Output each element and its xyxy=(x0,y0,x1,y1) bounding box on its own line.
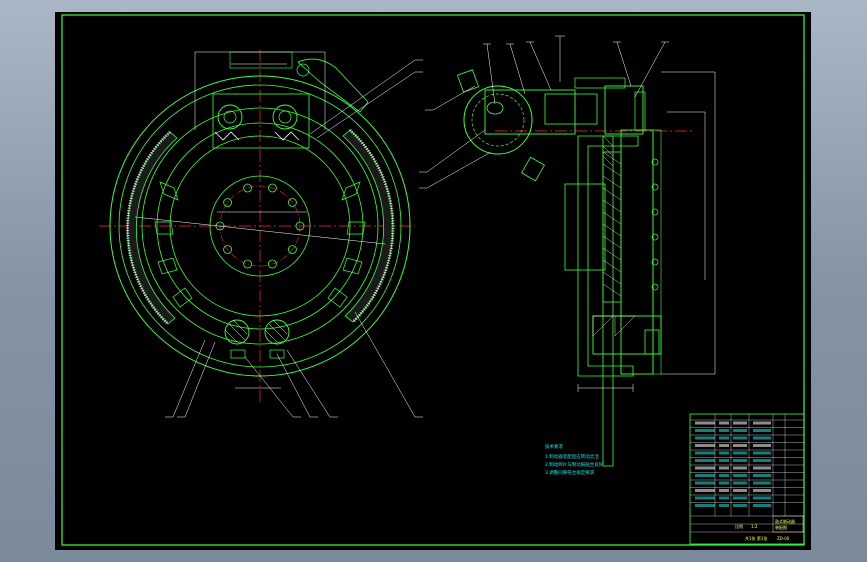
parts-list-cell-text xyxy=(753,489,771,492)
parts-list-cell-text xyxy=(753,421,771,425)
anchor-pin-left xyxy=(217,104,243,130)
camshaft-body xyxy=(484,89,576,135)
parts-list-cell-text xyxy=(695,466,715,470)
cam-bearing xyxy=(544,93,598,125)
parts-list-cell-text xyxy=(695,451,715,455)
parts-list-cell-text xyxy=(695,504,715,507)
parts-list-cell-text xyxy=(719,429,729,432)
pin-nut-left xyxy=(230,349,246,359)
parts-list-cell-text xyxy=(753,504,771,507)
backing-plate-section xyxy=(602,135,614,467)
anchor-pin-left-inner xyxy=(223,110,237,124)
anchor-pin-hatch xyxy=(592,315,636,337)
arm-arc-outer xyxy=(463,85,533,155)
parts-list-cell-text xyxy=(719,459,729,462)
arm-clevis-top xyxy=(456,69,480,93)
parts-list-cell-text xyxy=(733,444,747,447)
parts-list-cell-text xyxy=(733,496,747,500)
title-block: 鼓式制动器 装配图 比例 1:2 共1张 第1张 ZD-00 xyxy=(689,413,805,545)
arm-clevis-bottom xyxy=(521,156,545,182)
parts-list-cell-text xyxy=(753,436,771,440)
parts-list-cell-text xyxy=(695,496,715,500)
parts-list-cell-text xyxy=(753,481,771,485)
parts-list-cell-text xyxy=(719,496,729,500)
parts-list-cell-text xyxy=(733,451,747,455)
parts-list-cell-text xyxy=(733,466,747,470)
parts-list-cell-text xyxy=(695,474,715,477)
anchor-pin-right-inner xyxy=(278,110,292,124)
parts-list-cell-text xyxy=(719,451,729,455)
sheet-count: 共1张 第1张 xyxy=(745,535,767,541)
parts-list-cell-text xyxy=(719,474,729,477)
bolt-hole xyxy=(243,183,253,193)
note-line-1: 1.制动器装配后应转动灵活 xyxy=(545,453,599,460)
cad-drawing: 技术要求 1.制动器装配后应转动灵活 2.制动蹄片与制动鼓贴合良好 3.调整间隙… xyxy=(61,14,805,546)
anchor-plate xyxy=(212,93,310,149)
technical-notes: 技术要求 1.制动器装配后应转动灵活 2.制动蹄片与制动鼓贴合良好 3.调整间隙… xyxy=(545,443,604,476)
note-line-2: 2.制动蹄片与制动鼓贴合良好 xyxy=(545,461,604,468)
lining-drum-section xyxy=(620,129,654,375)
pin-hatching xyxy=(224,319,288,343)
parts-list-cell-text xyxy=(733,481,747,485)
shoe-section xyxy=(602,151,622,303)
parts-list-cell-text xyxy=(719,504,729,507)
drawing-title: 鼓式制动器 xyxy=(775,518,795,524)
parts-list-cell-text xyxy=(695,429,715,432)
anchor-pin-right xyxy=(272,104,298,130)
parts-list-cell-text xyxy=(695,481,715,485)
parts-list-cell-text xyxy=(753,466,771,470)
parts-list-cell-text xyxy=(695,421,715,425)
drawing-sheet: 技术要求 1.制动器装配后应转动灵活 2.制动蹄片与制动鼓贴合良好 3.调整间隙… xyxy=(55,12,811,550)
parts-list-cell-text xyxy=(695,444,715,447)
front-view xyxy=(99,50,423,418)
dimension-lines-right xyxy=(577,71,716,392)
parts-list-cell-text xyxy=(719,466,729,470)
bolt-hole xyxy=(223,198,233,207)
drum-rim-section xyxy=(652,129,662,375)
scale-value: 1:2 xyxy=(751,524,758,529)
parts-list-cell-text xyxy=(733,474,747,477)
parts-list-cell-text xyxy=(733,421,747,425)
parts-list-cell-text xyxy=(753,451,771,455)
parts-list-cell-text xyxy=(695,489,715,492)
parts-list-cell-text xyxy=(719,489,729,492)
parts-list-cell-text xyxy=(753,459,771,462)
drawing-subtitle: 装配图 xyxy=(775,524,787,530)
parts-list-cell-text xyxy=(733,436,747,440)
parts-list-cell-text xyxy=(719,481,729,485)
drawing-border xyxy=(61,14,805,546)
note-line-3: 3.调整间隙符合规定要求 xyxy=(545,469,595,476)
parts-list-cell-text xyxy=(733,504,747,507)
section-view xyxy=(419,35,716,467)
arm-arc-inner xyxy=(471,93,525,147)
cam-top-plate xyxy=(574,77,626,89)
parts-list-cell-text xyxy=(753,429,771,432)
parts-list-cell-text xyxy=(695,459,715,462)
shoe-section-hatch xyxy=(602,151,622,297)
anchor-nut xyxy=(644,329,660,355)
scale-label: 比例 xyxy=(735,523,743,529)
drum-section xyxy=(577,135,639,377)
parts-list-cell-text xyxy=(733,429,747,432)
bolt-hole xyxy=(243,259,253,269)
parts-list-cell-text xyxy=(695,436,715,440)
parts-list-cell-text xyxy=(753,474,771,477)
parts-list-cell-text xyxy=(719,421,729,425)
parts-list-cell-text xyxy=(719,436,729,440)
parts-list-cell-text xyxy=(733,459,747,462)
parts-list-rows xyxy=(695,421,771,507)
drawing-code: ZD-00 xyxy=(777,536,790,541)
parts-list-cell-text xyxy=(753,444,771,447)
cam-bracket xyxy=(229,51,293,69)
cam-collar xyxy=(634,91,646,131)
hub-section xyxy=(564,183,606,271)
parts-list-cell-text xyxy=(733,489,747,492)
parts-list-cell-text xyxy=(719,444,729,447)
notes-heading: 技术要求 xyxy=(545,443,563,450)
bolt-hole xyxy=(267,259,277,269)
parts-list-cell-text xyxy=(753,496,771,500)
backing-plate-hatch xyxy=(602,135,614,167)
